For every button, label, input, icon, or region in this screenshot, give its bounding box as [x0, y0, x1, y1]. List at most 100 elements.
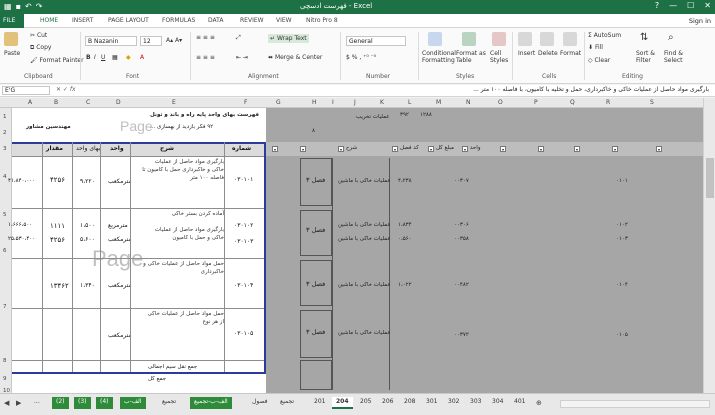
- sheet-tab[interactable]: 208: [400, 397, 419, 409]
- row-desc[interactable]: آماده کردن بستر خاکی: [142, 210, 224, 218]
- sheet-tab[interactable]: (2): [52, 397, 69, 409]
- conditional-formatting-button[interactable]: Conditional Formatting: [422, 50, 456, 64]
- bold-button[interactable]: B: [86, 54, 91, 61]
- filter-dropdown-icon[interactable]: ▾: [500, 146, 506, 152]
- right-num[interactable]: ۰۰۴۸۲: [454, 282, 469, 288]
- format-painter-button[interactable]: 🖌 Format Painter: [30, 57, 84, 64]
- number-format-icons[interactable]: $ % , ⁺⁰ ⁻⁰: [346, 54, 376, 61]
- row-code[interactable]: ۰۳۰۱۰۴: [234, 282, 253, 289]
- sheet-tab[interactable]: 303: [466, 397, 485, 409]
- column-header[interactable]: J: [354, 99, 356, 106]
- orientation-icon[interactable]: ⤢: [236, 34, 241, 42]
- insert-cells-icon[interactable]: [518, 32, 532, 46]
- right-code[interactable]: ۰۱۰۳: [616, 236, 628, 242]
- column-header[interactable]: C: [86, 99, 90, 106]
- row-code[interactable]: ۰۳۰۱۰۵: [234, 330, 253, 337]
- autosum-button[interactable]: Σ AutoSum: [588, 32, 621, 39]
- close-button[interactable]: ✕: [704, 1, 711, 10]
- prev-sheet-icon[interactable]: ◀: [4, 399, 9, 407]
- row-header[interactable]: 8: [3, 358, 7, 364]
- right-value[interactable]: ۴،۲۳۸: [398, 178, 412, 184]
- right-num[interactable]: ۰۰۳۷۲: [454, 332, 469, 338]
- sheet-tab[interactable]: 401: [510, 397, 529, 409]
- row-price[interactable]: ۱،۳۴۰: [80, 282, 95, 289]
- sheet-tab[interactable]: ...: [30, 397, 44, 409]
- wrap-text-button[interactable]: ↵ Wrap Text: [268, 34, 309, 43]
- sheet-tab[interactable]: تجمیع: [158, 397, 180, 409]
- row-code[interactable]: ۰۳۰۱۰۱: [234, 176, 253, 183]
- name-box[interactable]: E'G: [2, 86, 50, 95]
- sheet-tab[interactable]: فصول: [248, 397, 272, 409]
- underline-button[interactable]: U: [101, 54, 105, 61]
- column-header[interactable]: K: [380, 99, 384, 106]
- sheet-tab[interactable]: (4): [96, 397, 113, 409]
- tab-formulas[interactable]: FORMULAS: [162, 17, 195, 24]
- font-color-icon[interactable]: A: [140, 54, 144, 61]
- row-code[interactable]: ۰۳۰۱۰۳: [234, 238, 253, 245]
- row-amount[interactable]: ۲۵،۵۳۰،۴۰۰: [8, 236, 35, 242]
- row-code[interactable]: ۰۳۰۱۰۲: [234, 222, 253, 229]
- row-unit[interactable]: مترمربع: [108, 222, 128, 229]
- tab-home[interactable]: HOME: [40, 17, 58, 24]
- filter-dropdown-icon[interactable]: ▾: [574, 146, 580, 152]
- sheet-tab[interactable]: 206: [378, 397, 397, 409]
- row-price[interactable]: ۵،۶۰۰: [80, 236, 95, 243]
- conditional-formatting-icon[interactable]: [428, 32, 442, 46]
- row-unit[interactable]: مترمکعب: [108, 178, 132, 185]
- align-horizontal-icons[interactable]: ≡ ≡ ≡: [196, 54, 215, 61]
- row-header[interactable]: 5: [3, 212, 7, 218]
- next-sheet-icon[interactable]: ▶: [16, 399, 21, 407]
- column-header[interactable]: B: [54, 99, 58, 106]
- merge-center-button[interactable]: ⬌ Merge & Center: [268, 54, 322, 61]
- column-header[interactable]: N: [466, 99, 471, 106]
- right-code[interactable]: ۰۱۰۴: [616, 282, 628, 288]
- filter-dropdown-icon[interactable]: ▾: [428, 146, 434, 152]
- column-header[interactable]: I: [332, 99, 334, 106]
- paste-icon[interactable]: [4, 32, 18, 46]
- right-code[interactable]: ۰۱۰۲: [616, 222, 628, 228]
- right-num[interactable]: ۰۰۳۰۶: [454, 222, 469, 228]
- row-header[interactable]: 6: [3, 248, 7, 254]
- filter-dropdown-icon[interactable]: ▾: [392, 146, 398, 152]
- minimize-button[interactable]: —: [669, 1, 677, 10]
- sheet-tab-active[interactable]: 204: [332, 397, 353, 409]
- sheet-tab[interactable]: تجمیع: [276, 397, 298, 409]
- redo-icon[interactable]: ↷: [36, 2, 43, 11]
- row-header[interactable]: 2: [3, 130, 7, 136]
- find-select-button[interactable]: Find & Select: [664, 50, 690, 64]
- column-header[interactable]: L: [408, 99, 411, 106]
- worksheet-grid[interactable]: A B C D E F G H I J K L M N O P Q R S 1 …: [0, 98, 703, 393]
- fx-icon[interactable]: ✕ ✓ fx: [56, 86, 76, 93]
- sheet-tab[interactable]: 302: [444, 397, 463, 409]
- filter-dropdown-icon[interactable]: ▾: [338, 146, 344, 152]
- right-value[interactable]: ۱،۸۳۴: [398, 222, 412, 228]
- sort-filter-button[interactable]: Sort & Filter: [636, 50, 662, 64]
- filter-dropdown-icon[interactable]: ▾: [612, 146, 618, 152]
- format-cells-icon[interactable]: [563, 32, 577, 46]
- filter-dropdown-icon[interactable]: ▾: [656, 146, 662, 152]
- right-num[interactable]: ۰۰۳۵۸: [454, 236, 469, 242]
- column-header[interactable]: H: [312, 99, 317, 106]
- number-format-select[interactable]: General: [346, 36, 406, 46]
- row-qty[interactable]: ۱۳۴۶۲: [50, 282, 69, 290]
- column-header[interactable]: Q: [570, 99, 575, 106]
- indent-icons[interactable]: ⇤ ⇥: [236, 54, 248, 61]
- row-header[interactable]: 3: [3, 146, 7, 152]
- column-header[interactable]: O: [498, 99, 503, 106]
- italic-button[interactable]: I: [94, 54, 96, 61]
- row-price[interactable]: ۱،۵۰۰: [80, 222, 95, 229]
- row-qty[interactable]: ۴۲۵۶: [50, 176, 65, 184]
- row-desc[interactable]: بارگیری مواد حاصل از عملیات خاکی و خاکبر…: [142, 158, 224, 182]
- scroll-thumb[interactable]: [706, 158, 714, 198]
- sheet-tab[interactable]: الف-ب: [120, 397, 146, 409]
- insert-button[interactable]: Insert: [518, 50, 535, 57]
- tab-review[interactable]: REVIEW: [240, 17, 264, 24]
- tab-view[interactable]: VIEW: [276, 17, 292, 24]
- sheet-tab[interactable]: 301: [422, 397, 441, 409]
- sheet-tab[interactable]: الف-ب-تجمیع: [190, 397, 232, 409]
- font-name-select[interactable]: B Nazanin: [85, 36, 137, 46]
- sheet-tab[interactable]: 205: [356, 397, 375, 409]
- sheet-tab[interactable]: 304: [488, 397, 507, 409]
- right-value[interactable]: ۱،۰۲۲: [398, 282, 412, 288]
- row-qty[interactable]: ۱۱۱۱: [50, 222, 65, 230]
